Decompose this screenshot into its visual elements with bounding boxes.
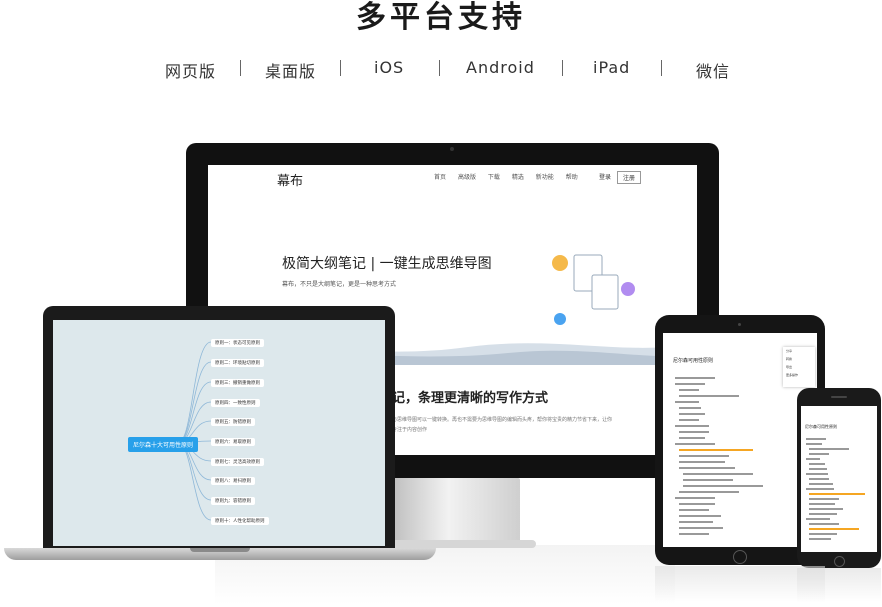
separator bbox=[661, 60, 662, 76]
phone-reflection bbox=[797, 568, 881, 602]
doc-title: 尼尔森可用性原则 bbox=[673, 358, 714, 364]
hero-title: 极简大纲笔记 | 一键生成思维导图 bbox=[282, 256, 492, 272]
nav-item-home[interactable]: 首页 bbox=[434, 174, 446, 181]
laptop-screen: 尼尔森十大可用性原则 原则一：状态可见原则 原则二：环境贴切原则 原则三：撤销重… bbox=[53, 320, 385, 546]
section-title: 记，条理更清晰的写作方式 bbox=[392, 391, 549, 406]
platform-list: 网页版 桌面版 iOS Android iPad 微信 bbox=[0, 58, 882, 82]
menu-item[interactable]: 转换 bbox=[783, 355, 815, 363]
nav-item-new[interactable]: 新功能 bbox=[536, 174, 554, 181]
nav-menu: 首页 高级版 下载 精选 新功能 帮助 bbox=[434, 172, 588, 181]
mindmap-node[interactable]: 原则三：撤销重做原则 bbox=[211, 379, 264, 387]
section-text: 与思维导图可以一键转换。再也不需要为思维导图的编辑而头疼，帮你将宝贵的精力节省下… bbox=[392, 417, 613, 433]
speaker-icon bbox=[831, 396, 847, 398]
signup-button[interactable]: 注册 bbox=[617, 171, 642, 184]
menu-item[interactable]: 导出 bbox=[783, 363, 815, 371]
platform-android[interactable]: Android bbox=[466, 58, 535, 77]
separator bbox=[562, 60, 563, 76]
mindmap-node[interactable]: 原则四：一致性原则 bbox=[211, 399, 260, 407]
doc-title: 尼尔森可用性原则 bbox=[805, 424, 837, 429]
mindmap-node[interactable]: 原则十：人性化帮助原则 bbox=[211, 517, 269, 525]
monitor-stand bbox=[390, 478, 520, 544]
separator bbox=[439, 60, 440, 76]
phone-screen: 尼尔森可用性原则 bbox=[801, 406, 877, 552]
platform-ios[interactable]: iOS bbox=[374, 58, 404, 77]
mindmap-node[interactable]: 原则二：环境贴切原则 bbox=[211, 359, 264, 367]
platform-wechat[interactable]: 微信 bbox=[696, 58, 730, 82]
home-button[interactable] bbox=[733, 550, 747, 564]
mindmap-node[interactable]: 原则一：状态可见原则 bbox=[211, 339, 264, 347]
nav-item-download[interactable]: 下载 bbox=[488, 174, 500, 181]
logo[interactable]: 幕布 bbox=[277, 170, 303, 189]
menu-item[interactable]: 分享 bbox=[783, 347, 815, 355]
mindmap-node[interactable]: 原则六：易取原则 bbox=[211, 438, 255, 446]
platform-ipad[interactable]: iPad bbox=[593, 58, 630, 77]
mindmap-node[interactable]: 原则五：防错原则 bbox=[211, 418, 255, 426]
mindmap-node[interactable]: 原则七：灵活高效原则 bbox=[211, 458, 264, 466]
mindmap-node[interactable]: 原则九：容错原则 bbox=[211, 497, 255, 505]
nav-item-help[interactable]: 帮助 bbox=[566, 174, 578, 181]
separator bbox=[340, 60, 341, 76]
tablet-screen: 尼尔森可用性原则 分享 转换 导出 更多操作 bbox=[663, 333, 817, 547]
page-title: 多平台支持 bbox=[356, 0, 526, 35]
mindmap-node[interactable]: 原则八：易扫原则 bbox=[211, 477, 255, 485]
mindmap-connectors bbox=[177, 341, 212, 521]
login-button[interactable]: 登录 bbox=[594, 171, 616, 182]
mindmap-root-node[interactable]: 尼尔森十大可用性原则 bbox=[128, 437, 199, 452]
laptop-notch bbox=[190, 548, 250, 552]
camera-icon bbox=[738, 323, 741, 326]
home-button[interactable] bbox=[834, 556, 845, 567]
document-illustration-icon bbox=[552, 254, 635, 325]
laptop: 尼尔森十大可用性原则 原则一：状态可见原则 原则二：环境贴切原则 原则三：撤销重… bbox=[43, 306, 395, 550]
nav-item-pro[interactable]: 高级版 bbox=[458, 174, 476, 181]
phone: 尼尔森可用性原则 bbox=[797, 388, 881, 568]
platform-web[interactable]: 网页版 bbox=[165, 58, 216, 82]
camera-icon bbox=[450, 147, 454, 151]
context-menu: 分享 转换 导出 更多操作 bbox=[783, 347, 815, 387]
site-nav: 幕布 首页 高级版 下载 精选 新功能 帮助 登录 注册 bbox=[208, 165, 697, 193]
hero-subtitle: 幕布，不只是大纲笔记，更是一种思考方式 bbox=[282, 281, 397, 288]
platform-desktop[interactable]: 桌面版 bbox=[265, 58, 316, 82]
menu-item[interactable]: 更多操作 bbox=[783, 371, 815, 379]
separator bbox=[240, 60, 241, 76]
nav-item-featured[interactable]: 精选 bbox=[512, 174, 524, 181]
